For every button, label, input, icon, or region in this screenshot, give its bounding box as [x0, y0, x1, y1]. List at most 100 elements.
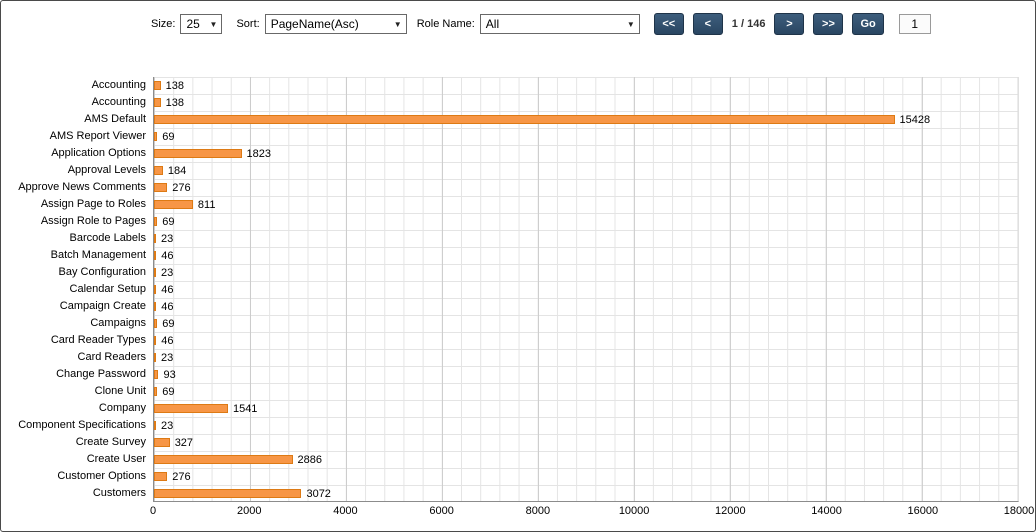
bar-value-label: 46 [161, 335, 173, 347]
bar-value-label: 3072 [306, 488, 330, 500]
role-name-select[interactable]: All ▼ [480, 14, 640, 34]
bar [154, 251, 156, 260]
category-labels: AccountingAccountingAMS DefaultAMS Repor… [1, 77, 153, 502]
go-button[interactable]: Go [852, 13, 883, 35]
category-label: Application Options [1, 145, 153, 162]
page-size-select-value: 25 [186, 17, 199, 31]
bar-row: 811 [154, 196, 1018, 213]
category-label: Barcode Labels [1, 230, 153, 247]
next-page-button[interactable]: > [774, 13, 804, 35]
bar-value-label: 327 [175, 437, 193, 449]
bar-value-label: 138 [166, 80, 184, 92]
x-axis-tick-label: 18000 [1004, 505, 1035, 517]
plot-area: 138 138 15428 69 1823 184 276 811 69 23 46 23 46 46 69… [153, 77, 1019, 502]
axis-spacer [1, 502, 153, 520]
bar-value-label: 23 [161, 267, 173, 279]
bar-value-label: 138 [166, 97, 184, 109]
category-label: Create User [1, 451, 153, 468]
bar [154, 132, 157, 141]
bar-value-label: 46 [161, 301, 173, 313]
x-axis-tick-label: 0 [150, 505, 156, 517]
bar-row: 184 [154, 162, 1018, 179]
category-label: Card Readers [1, 349, 153, 366]
bar [154, 438, 170, 447]
category-label: Company [1, 400, 153, 417]
category-label: Component Specifications [1, 417, 153, 434]
last-page-button[interactable]: >> [813, 13, 843, 35]
bar-value-label: 276 [172, 182, 190, 194]
chevron-down-icon: ▼ [210, 20, 218, 29]
category-label: Card Reader Types [1, 332, 153, 349]
category-label: Assign Page to Roles [1, 196, 153, 213]
x-axis-tick-label: 8000 [526, 505, 550, 517]
bar-row: 327 [154, 434, 1018, 451]
bar-row: 69 [154, 213, 1018, 230]
category-label: Customer Options [1, 468, 153, 485]
category-label: Create Survey [1, 434, 153, 451]
bar-value-label: 23 [161, 352, 173, 364]
bar [154, 302, 156, 311]
category-label: Approval Levels [1, 162, 153, 179]
bar-row: 23 [154, 417, 1018, 434]
bar [154, 489, 301, 498]
bar [154, 98, 161, 107]
bar-value-label: 46 [161, 284, 173, 296]
chevron-down-icon: ▼ [627, 20, 635, 29]
bar [154, 234, 156, 243]
bar-row: 46 [154, 298, 1018, 315]
bar [154, 217, 157, 226]
bar [154, 183, 167, 192]
bar [154, 200, 193, 209]
total-pages: 146 [747, 18, 765, 30]
page-separator: / [741, 18, 744, 30]
prev-page-button[interactable]: < [693, 13, 723, 35]
bar-row: 1541 [154, 400, 1018, 417]
page-size-select[interactable]: 25 ▼ [180, 14, 222, 34]
bar-value-label: 1823 [247, 148, 271, 160]
category-label: AMS Default [1, 111, 153, 128]
bar-row: 69 [154, 315, 1018, 332]
bar [154, 81, 161, 90]
bar [154, 472, 167, 481]
category-label: Change Password [1, 366, 153, 383]
bar-value-label: 276 [172, 471, 190, 483]
bar [154, 387, 157, 396]
x-axis-tick-label: 6000 [429, 505, 453, 517]
bar [154, 455, 293, 464]
bar-row: 15428 [154, 111, 1018, 128]
bar-value-label: 69 [162, 386, 174, 398]
bar-chart: AccountingAccountingAMS DefaultAMS Repor… [1, 77, 1035, 520]
x-axis: 0200040006000800010000120001400016000180… [1, 502, 1019, 520]
bar-row: 69 [154, 128, 1018, 145]
bar-value-label: 93 [163, 369, 175, 381]
bar-row: 23 [154, 264, 1018, 281]
category-label: AMS Report Viewer [1, 128, 153, 145]
bar-row: 69 [154, 383, 1018, 400]
category-label: Batch Management [1, 247, 153, 264]
bar [154, 149, 242, 158]
bar-value-label: 15428 [900, 114, 931, 126]
app-window: Size: 25 ▼ Sort: PageName(Asc) ▼ Role Na… [0, 0, 1036, 532]
bar-row: 46 [154, 247, 1018, 264]
first-page-button[interactable]: << [654, 13, 684, 35]
bar-row: 46 [154, 332, 1018, 349]
sort-select[interactable]: PageName(Asc) ▼ [265, 14, 407, 34]
category-label: Calendar Setup [1, 281, 153, 298]
role-name-label: Role Name: [417, 18, 475, 30]
x-axis-tick-label: 2000 [237, 505, 261, 517]
bar [154, 370, 158, 379]
bar-value-label: 23 [161, 420, 173, 432]
bar [154, 404, 228, 413]
bar-value-label: 811 [198, 199, 216, 211]
sort-label: Sort: [236, 18, 259, 30]
category-label: Clone Unit [1, 383, 153, 400]
bar-row: 276 [154, 179, 1018, 196]
bar-row: 1823 [154, 145, 1018, 162]
bar [154, 353, 156, 362]
current-page-number: 1 [732, 18, 738, 30]
category-label: Campaigns [1, 315, 153, 332]
bar-row: 276 [154, 468, 1018, 485]
bar [154, 268, 156, 277]
page-number-input[interactable] [899, 14, 931, 34]
category-label: Accounting [1, 94, 153, 111]
